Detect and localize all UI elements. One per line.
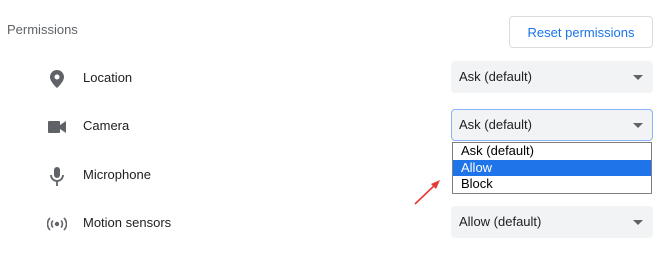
camera-dropdown-list: Ask (default) Allow Block [452,142,652,194]
dropdown-option-allow[interactable]: Allow [453,159,651,176]
section-title: Permissions [7,22,78,37]
chevron-down-icon [633,123,643,128]
permission-row-location: Location Ask (default) [0,61,670,95]
permission-label-location: Location [83,70,133,85]
videocam-icon [46,116,68,138]
chevron-down-icon [633,220,643,225]
camera-select[interactable]: Ask (default) [451,109,653,141]
permission-label-camera: Camera [83,118,130,133]
location-pin-icon [46,68,68,90]
chevron-down-icon [633,75,643,80]
dropdown-option-ask[interactable]: Ask (default) [453,143,651,160]
reset-permissions-button[interactable]: Reset permissions [509,16,653,48]
annotation-arrow-icon [414,180,440,205]
camera-select-value: Ask (default) [459,117,532,132]
dropdown-option-block[interactable]: Block [453,176,651,193]
location-select[interactable]: Ask (default) [451,61,653,93]
motion-sensors-select[interactable]: Allow (default) [451,206,653,238]
microphone-icon [46,165,68,187]
permission-label-microphone: Microphone [83,167,151,182]
location-select-value: Ask (default) [459,69,532,84]
motion-sensors-select-value: Allow (default) [459,214,542,229]
permission-row-motion-sensors: Motion sensors Allow (default) [0,206,670,240]
motion-sensors-icon [46,213,68,235]
permission-row-camera: Camera Ask (default) [0,109,670,143]
permission-label-motion-sensors: Motion sensors [83,215,172,230]
